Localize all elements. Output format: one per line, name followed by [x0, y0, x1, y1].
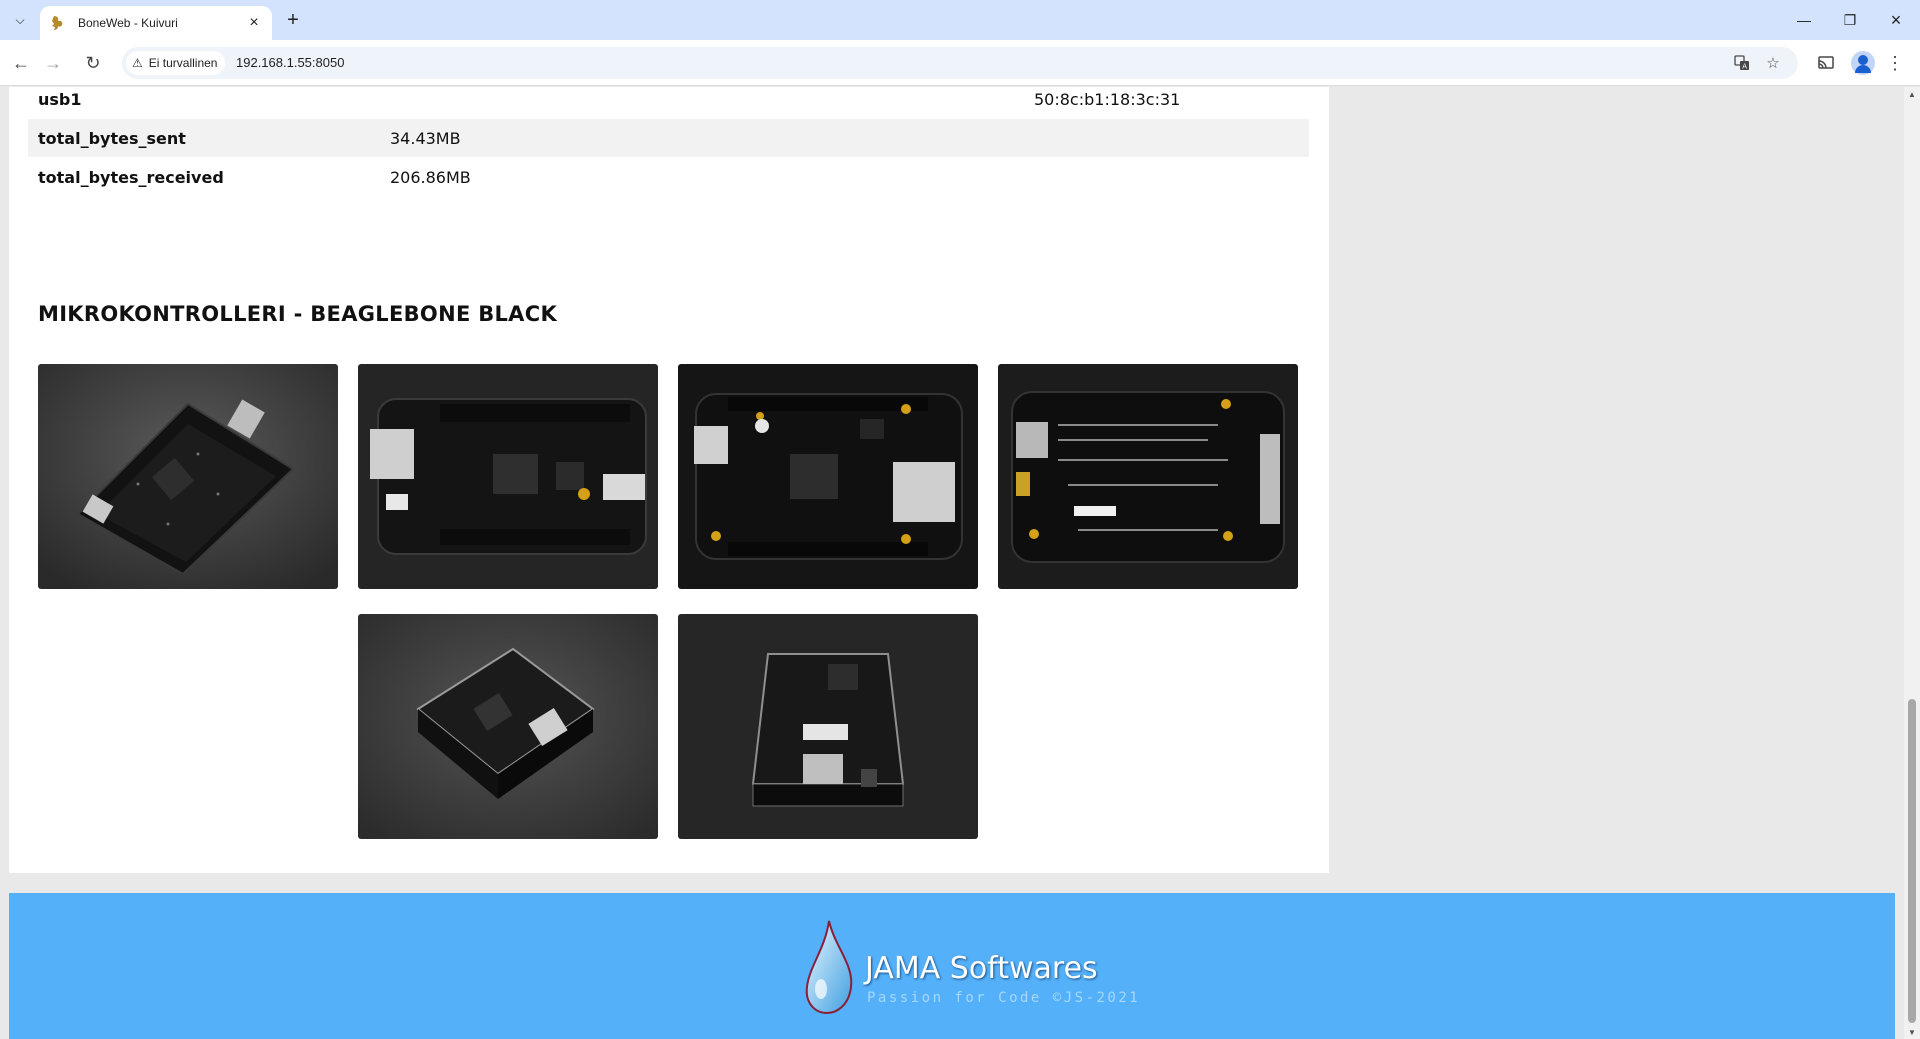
browser-tab[interactable]: BoneWeb - Kuivuri × [40, 6, 272, 40]
page-scrollbar[interactable]: ▲ ▼ [1904, 87, 1920, 1039]
brand-name: JAMA Softwares [865, 951, 1098, 986]
restore-icon[interactable]: ❐ [1827, 0, 1873, 40]
svg-text:A: A [1742, 63, 1747, 71]
reload-icon[interactable]: ↻ [78, 48, 108, 78]
page-viewport: usb1 50:8c:b1:18:3c:31 total_bytes_sent … [0, 87, 1904, 1039]
warning-icon: ⚠ [132, 56, 143, 70]
translate-icon[interactable]: A [1732, 53, 1752, 73]
scroll-thumb[interactable] [1908, 699, 1916, 1023]
row-value-mac: 50:8c:b1:18:3c:31 [1034, 89, 1181, 109]
window-close-icon[interactable]: × [1873, 0, 1919, 40]
row-value: 34.43MB [390, 128, 461, 148]
board-photo[interactable] [38, 364, 338, 589]
tab-bar: ⌵ BoneWeb - Kuivuri × + — ❐ × [0, 0, 1920, 40]
profile-icon[interactable] [1851, 51, 1875, 75]
gallery-card: MIKROKONTROLLERI - BEAGLEBONE BLACK [9, 252, 1329, 873]
bookmark-star-icon[interactable]: ☆ [1763, 53, 1783, 73]
company-logo: JAMA Softwares Passion for Code ©JS-2021 [793, 917, 1138, 1017]
brand-tagline: Passion for Code ©JS-2021 [867, 990, 1141, 1006]
back-icon[interactable]: ← [6, 48, 36, 78]
forward-icon[interactable]: → [38, 48, 68, 78]
tab-list-icon[interactable]: ⌵ [8, 8, 32, 32]
row-key: usb1 [38, 89, 82, 109]
scroll-up-icon[interactable]: ▲ [1908, 90, 1916, 99]
board-photo[interactable] [998, 364, 1298, 589]
board-photo[interactable] [358, 614, 658, 839]
row-key: total_bytes_sent [38, 128, 186, 148]
table-row: total_bytes_sent 34.43MB [28, 119, 1309, 157]
favicon-icon [50, 15, 66, 31]
tab-title: BoneWeb - Kuivuri [78, 16, 178, 30]
scroll-down-icon[interactable]: ▼ [1908, 1028, 1916, 1037]
table-row: total_bytes_received 206.86MB [28, 158, 1309, 196]
board-photo[interactable] [358, 364, 658, 589]
row-key: total_bytes_received [38, 167, 224, 187]
security-chip[interactable]: ⚠ Ei turvallinen [126, 51, 226, 75]
droplet-icon [805, 920, 853, 1015]
footer: JAMA Softwares Passion for Code ©JS-2021 [9, 893, 1895, 1039]
board-photo[interactable] [678, 614, 978, 839]
row-value: 206.86MB [390, 167, 471, 187]
gallery-title: MIKROKONTROLLERI - BEAGLEBONE BLACK [38, 302, 558, 326]
minimize-icon[interactable]: — [1781, 0, 1827, 40]
browser-toolbar: ← → ↻ ⚠ Ei turvallinen 192.168.1.55:8050… [0, 40, 1920, 86]
security-label: Ei turvallinen [148, 56, 218, 70]
cast-icon[interactable] [1813, 50, 1839, 76]
board-photo[interactable] [678, 364, 978, 589]
url-text[interactable]: 192.168.1.55:8050 [236, 55, 344, 70]
table-row: usb1 50:8c:b1:18:3c:31 [28, 87, 1309, 118]
new-tab-icon[interactable]: + [281, 8, 305, 32]
close-icon[interactable]: × [246, 14, 262, 32]
address-bar[interactable]: ⚠ Ei turvallinen 192.168.1.55:8050 A ☆ [122, 47, 1798, 79]
menu-icon[interactable]: ⋮ [1882, 50, 1908, 76]
